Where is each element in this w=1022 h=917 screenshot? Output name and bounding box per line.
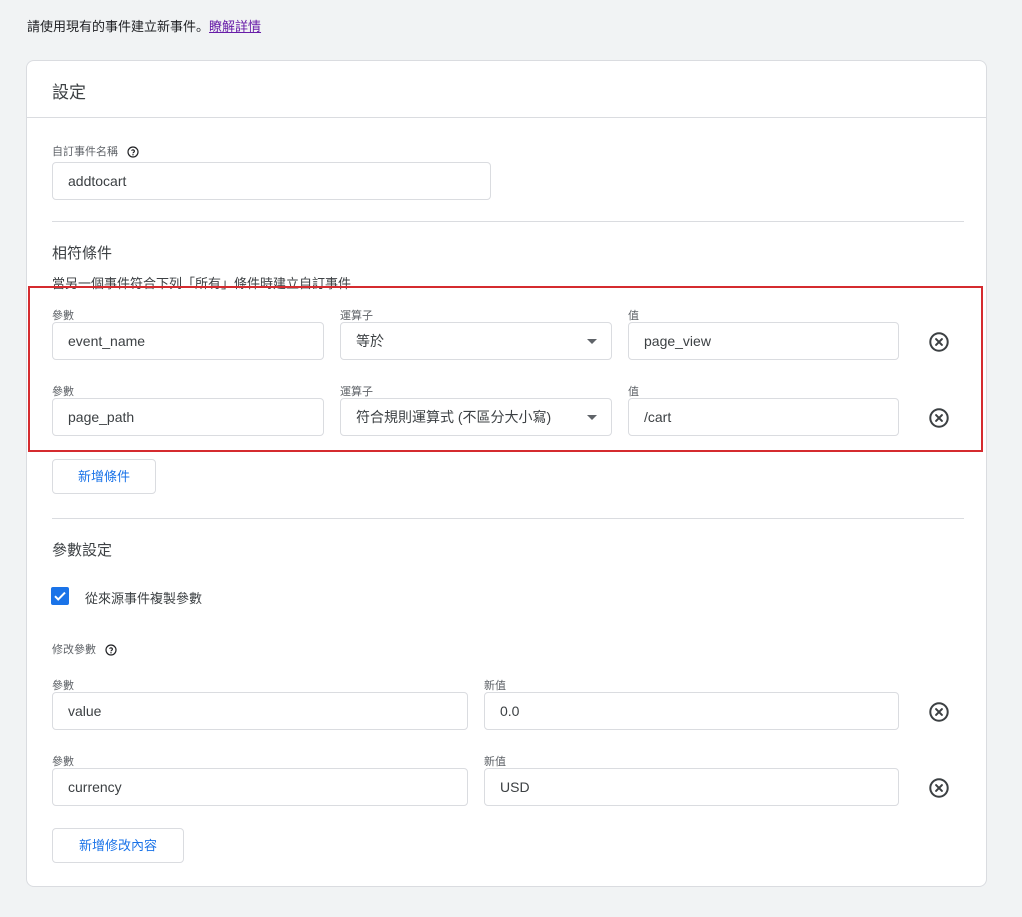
param-label: 參數 <box>52 386 74 398</box>
section-divider <box>52 518 964 519</box>
remove-condition-icon[interactable] <box>928 331 950 353</box>
matching-conditions-subtitle: 當另一個事件符合下列「所有」條件時建立自訂事件 <box>52 276 352 291</box>
copy-params-label: 從來源事件複製參數 <box>85 591 203 606</box>
add-modification-button[interactable]: 新增修改內容 <box>52 828 184 863</box>
add-condition-button[interactable]: 新增條件 <box>52 459 156 494</box>
checkmark-icon <box>54 591 66 601</box>
value-label: 值 <box>628 386 639 398</box>
value-input[interactable]: page_view <box>628 322 899 360</box>
remove-modification-icon[interactable] <box>928 701 950 723</box>
param-input[interactable]: currency <box>52 768 468 806</box>
param-label: 參數 <box>52 310 74 322</box>
remove-condition-icon[interactable] <box>928 407 950 429</box>
param-input[interactable]: value <box>52 692 468 730</box>
operator-select[interactable]: 等於 <box>340 322 612 360</box>
param-label: 參數 <box>52 756 74 768</box>
custom-event-name-label-text: 自訂事件名稱 <box>52 146 118 158</box>
dropdown-arrow-icon <box>587 415 597 420</box>
operator-selected-value: 符合規則運算式 (不區分大小寫) <box>356 409 552 425</box>
remove-modification-icon[interactable] <box>928 777 950 799</box>
custom-event-name-input[interactable]: addtocart <box>52 162 491 200</box>
new-value-input[interactable]: 0.0 <box>484 692 899 730</box>
modify-params-label: 修改參數 <box>52 641 117 657</box>
intro-message: 請使用現有的事件建立新事件。 <box>27 19 210 34</box>
new-value-input[interactable]: USD <box>484 768 899 806</box>
param-settings-title: 參數設定 <box>52 542 113 559</box>
dropdown-arrow-icon <box>587 339 597 344</box>
operator-selected-value: 等於 <box>356 333 384 349</box>
card-header-divider <box>27 117 986 118</box>
operator-label: 運算子 <box>340 310 373 322</box>
param-label: 參數 <box>52 680 74 692</box>
settings-card: 設定 自訂事件名稱 addtocart 相符條件 當另一個事件符合下列「所有」條… <box>26 60 987 887</box>
section-divider <box>52 221 964 222</box>
help-icon[interactable] <box>127 146 139 158</box>
custom-event-name-label: 自訂事件名稱 <box>52 143 139 159</box>
new-value-label: 新值 <box>484 756 506 768</box>
value-label: 值 <box>628 310 639 322</box>
card-title: 設定 <box>52 83 86 102</box>
param-input[interactable]: page_path <box>52 398 324 436</box>
operator-label: 運算子 <box>340 386 373 398</box>
intro-text: 請使用現有的事件建立新事件。瞭解詳情 <box>27 16 261 35</box>
new-value-label: 新值 <box>484 680 506 692</box>
param-input[interactable]: event_name <box>52 322 324 360</box>
matching-conditions-title: 相符條件 <box>52 245 113 262</box>
copy-params-checkbox[interactable] <box>51 587 69 605</box>
value-input[interactable]: /cart <box>628 398 899 436</box>
help-icon[interactable] <box>105 644 117 656</box>
learn-more-link[interactable]: 瞭解詳情 <box>209 19 261 34</box>
operator-select[interactable]: 符合規則運算式 (不區分大小寫) <box>340 398 612 436</box>
modify-params-label-text: 修改參數 <box>52 644 96 656</box>
